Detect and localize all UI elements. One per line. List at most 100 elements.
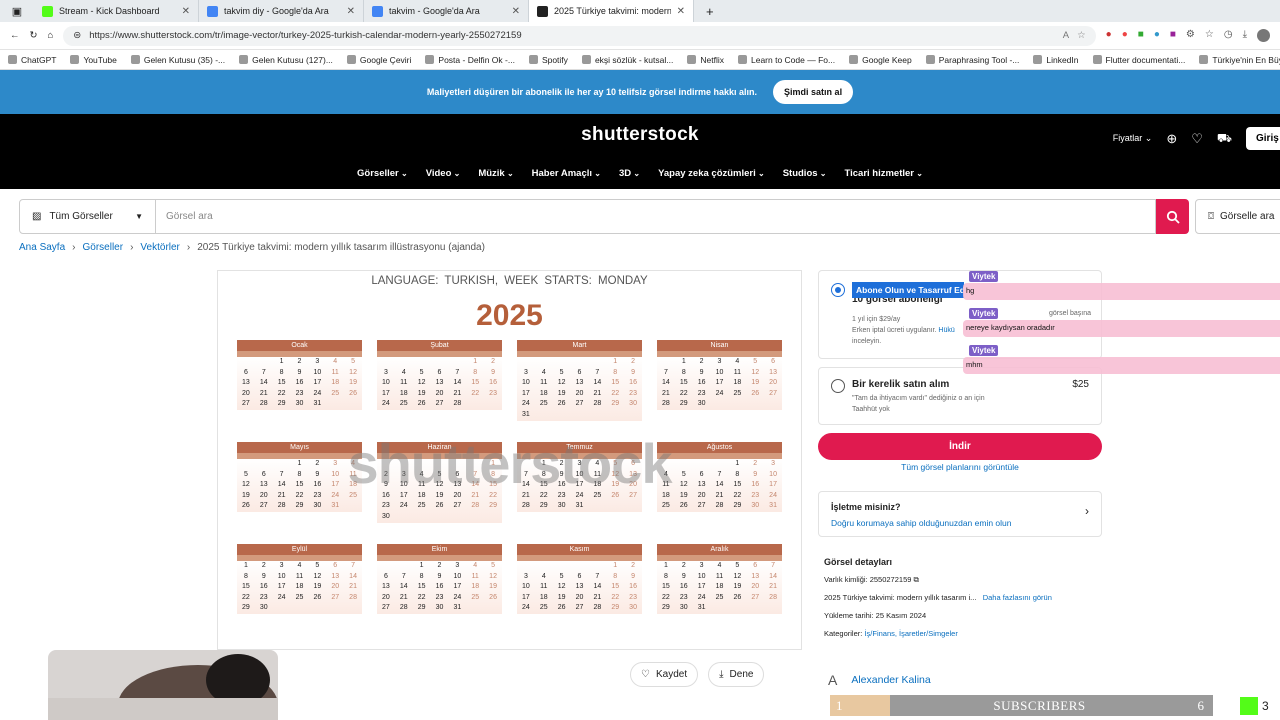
all-plans-link[interactable]: Tüm görsel planlarını görüntüle	[818, 462, 1102, 472]
bookmark-item[interactable]: Posta - Delfin Ok -...	[425, 55, 515, 65]
business-link[interactable]: Doğru korumaya sahip olduğunuzdan emin o…	[831, 518, 1089, 528]
terms-link[interactable]: Hükü	[938, 327, 954, 334]
nav-item[interactable]: Ticari hizmetler	[844, 168, 922, 179]
extension-icon[interactable]: ●	[1122, 29, 1128, 42]
bookmark-item[interactable]: Gelen Kutusu (35) -...	[130, 55, 225, 65]
calendar-day: 17	[313, 379, 322, 387]
extension-icon[interactable]: ●	[1106, 29, 1112, 42]
calendar-day: 8	[243, 572, 248, 580]
calendar-day: 16	[295, 379, 304, 387]
bookmark-item[interactable]: ekşi sözlük - kutsal...	[581, 55, 673, 65]
bookmark-item[interactable]: LinkedIn	[1033, 55, 1079, 65]
one-time-plan-card[interactable]: Bir kerelik satın alım $25 "Tam da ihtiy…	[818, 367, 1102, 425]
extension-icon[interactable]: ■	[1170, 29, 1176, 42]
search-input[interactable]: Görsel ara	[156, 199, 1156, 234]
profile-avatar[interactable]	[1257, 29, 1270, 42]
back-icon[interactable]: ←	[10, 30, 20, 41]
bookmark-item[interactable]: Spotify	[528, 55, 568, 65]
heart-icon[interactable]: ♡	[1191, 131, 1203, 147]
nav-item[interactable]: Video	[426, 168, 461, 179]
download-button[interactable]: İndir	[818, 433, 1102, 460]
business-card[interactable]: İşletme misiniz? Doğru korumaya sahip ol…	[818, 491, 1102, 537]
url-field[interactable]: ⊜ https://www.shutterstock.com/tr/image-…	[63, 25, 1096, 46]
category-dropdown[interactable]: ▨ Tüm Görseller ▼	[19, 199, 156, 234]
bookmark-item[interactable]: Gelen Kutusu (127)...	[239, 55, 333, 65]
nav-item[interactable]: Haber Amaçlı	[532, 168, 601, 179]
bookmark-item[interactable]: ChatGPT	[8, 55, 56, 65]
calendar-day: 29	[611, 400, 620, 408]
calendar-day: 28	[349, 593, 357, 601]
bookmark-item[interactable]: Netflix	[687, 55, 724, 65]
bookmark-item[interactable]: Paraphrasing Tool -...	[925, 55, 1019, 65]
copy-icon[interactable]: ⧉	[914, 575, 919, 584]
star-icon[interactable]: ☆	[1077, 30, 1086, 41]
new-tab-button[interactable]: +	[694, 4, 726, 19]
nav-item[interactable]: Studios	[783, 168, 827, 179]
close-tab-icon[interactable]: ✕	[347, 6, 355, 17]
read-aloud-icon[interactable]: A	[1063, 30, 1069, 41]
shutterstock-logo[interactable]: shutterstock	[0, 124, 1280, 146]
tab-actions-icon[interactable]: ▣	[0, 5, 34, 18]
reload-icon[interactable]: ↻	[30, 30, 38, 41]
browser-tab[interactable]: takvim diy - Google'da Ara ✕	[199, 0, 364, 22]
cart-icon[interactable]: ⛟	[1217, 131, 1232, 147]
history-icon[interactable]: ◷	[1224, 29, 1233, 42]
bookmark-item[interactable]: Google Keep	[849, 55, 912, 65]
category-label: Tüm Görseller	[49, 211, 113, 222]
calendar-day: 11	[295, 572, 304, 580]
bookmark-icon	[239, 55, 249, 64]
bookmark-item[interactable]: Türkiye'nin En Büyü...	[1199, 55, 1280, 65]
bookmark-item[interactable]: Google Çeviri	[346, 55, 411, 65]
one-time-radio[interactable]	[831, 379, 845, 393]
close-tab-icon[interactable]: ✕	[182, 6, 190, 17]
calendar-day: 2	[261, 562, 266, 569]
bookmark-item[interactable]: Flutter documentati...	[1092, 55, 1185, 65]
bookmark-item[interactable]: Learn to Code — Fo...	[737, 55, 835, 65]
chat-username: Viytek	[969, 308, 999, 319]
one-time-price: $25	[1072, 379, 1089, 390]
globe-icon[interactable]: ⊕	[1166, 131, 1177, 147]
extension-icon[interactable]: ■	[1138, 29, 1144, 42]
bookmark-item[interactable]: YouTube	[70, 55, 117, 65]
calendar-day: 19	[557, 593, 566, 601]
site-info-icon[interactable]: ⊜	[73, 30, 81, 41]
calendar-day: 29	[611, 604, 620, 612]
calendar-day: 1	[613, 562, 618, 569]
extension-icon[interactable]: ●	[1154, 29, 1160, 42]
breadcrumb-item[interactable]: Vektörler	[140, 242, 179, 253]
search-button[interactable]	[1156, 199, 1189, 234]
calendar-day: 30	[382, 512, 390, 520]
nav-item[interactable]: Müzik	[478, 168, 513, 179]
extension-icon[interactable]: ⚙	[1186, 29, 1195, 42]
author-name[interactable]: Alexander Kalina	[851, 674, 930, 686]
close-tab-icon[interactable]: ✕	[677, 6, 685, 17]
calendar-day: 7	[401, 572, 406, 580]
pricing-link[interactable]: Fiyatlar ⌄	[1113, 133, 1153, 144]
nav-item[interactable]: Yapay zeka çözümleri	[658, 168, 765, 179]
calendar-day: 17	[715, 379, 724, 387]
home-icon[interactable]: ⌂	[47, 30, 53, 41]
categories-links[interactable]: İş/Finans, İşaretler/Simgeler	[864, 629, 957, 638]
browser-tab[interactable]: Stream - Kick Dashboard ✕	[34, 0, 199, 22]
image-preview[interactable]: LANGUAGE: TURKISH, WEEK STARTS: MONDAY 2…	[217, 270, 802, 650]
close-tab-icon[interactable]: ✕	[512, 6, 520, 17]
save-button[interactable]: ♡ Kaydet	[630, 662, 699, 687]
breadcrumb-item[interactable]: Görseller	[83, 242, 124, 253]
try-button[interactable]: ⤓ Dene	[708, 662, 765, 687]
favorites-icon[interactable]: ☆	[1205, 29, 1214, 42]
nav-item[interactable]: Görseller	[357, 168, 408, 179]
search-row: ▨ Tüm Görseller ▼ Görsel ara ⌼ Görselle …	[19, 199, 1280, 234]
buy-now-button[interactable]: Şimdi satın al	[773, 80, 854, 104]
breadcrumb-item[interactable]: Ana Sayfa	[19, 242, 65, 253]
author-row[interactable]: A Alexander Kalina	[828, 672, 931, 688]
download-icon[interactable]: ⤓	[1243, 29, 1247, 42]
login-button[interactable]: Giriş	[1246, 127, 1280, 150]
caret-down-icon: ▼	[135, 212, 143, 221]
nav-item[interactable]: 3D	[619, 168, 640, 179]
image-search-button[interactable]: ⌼ Görselle ara	[1195, 199, 1280, 234]
see-more-link[interactable]: Daha fazlasını görün	[983, 593, 1052, 602]
subscription-radio[interactable]	[831, 283, 845, 297]
browser-tab[interactable]: takvim - Google'da Ara ✕	[364, 0, 529, 22]
calendar-day: 11	[715, 572, 724, 580]
browser-tab[interactable]: 2025 Türkiye takvimi: modern yıllı ✕	[529, 0, 694, 22]
